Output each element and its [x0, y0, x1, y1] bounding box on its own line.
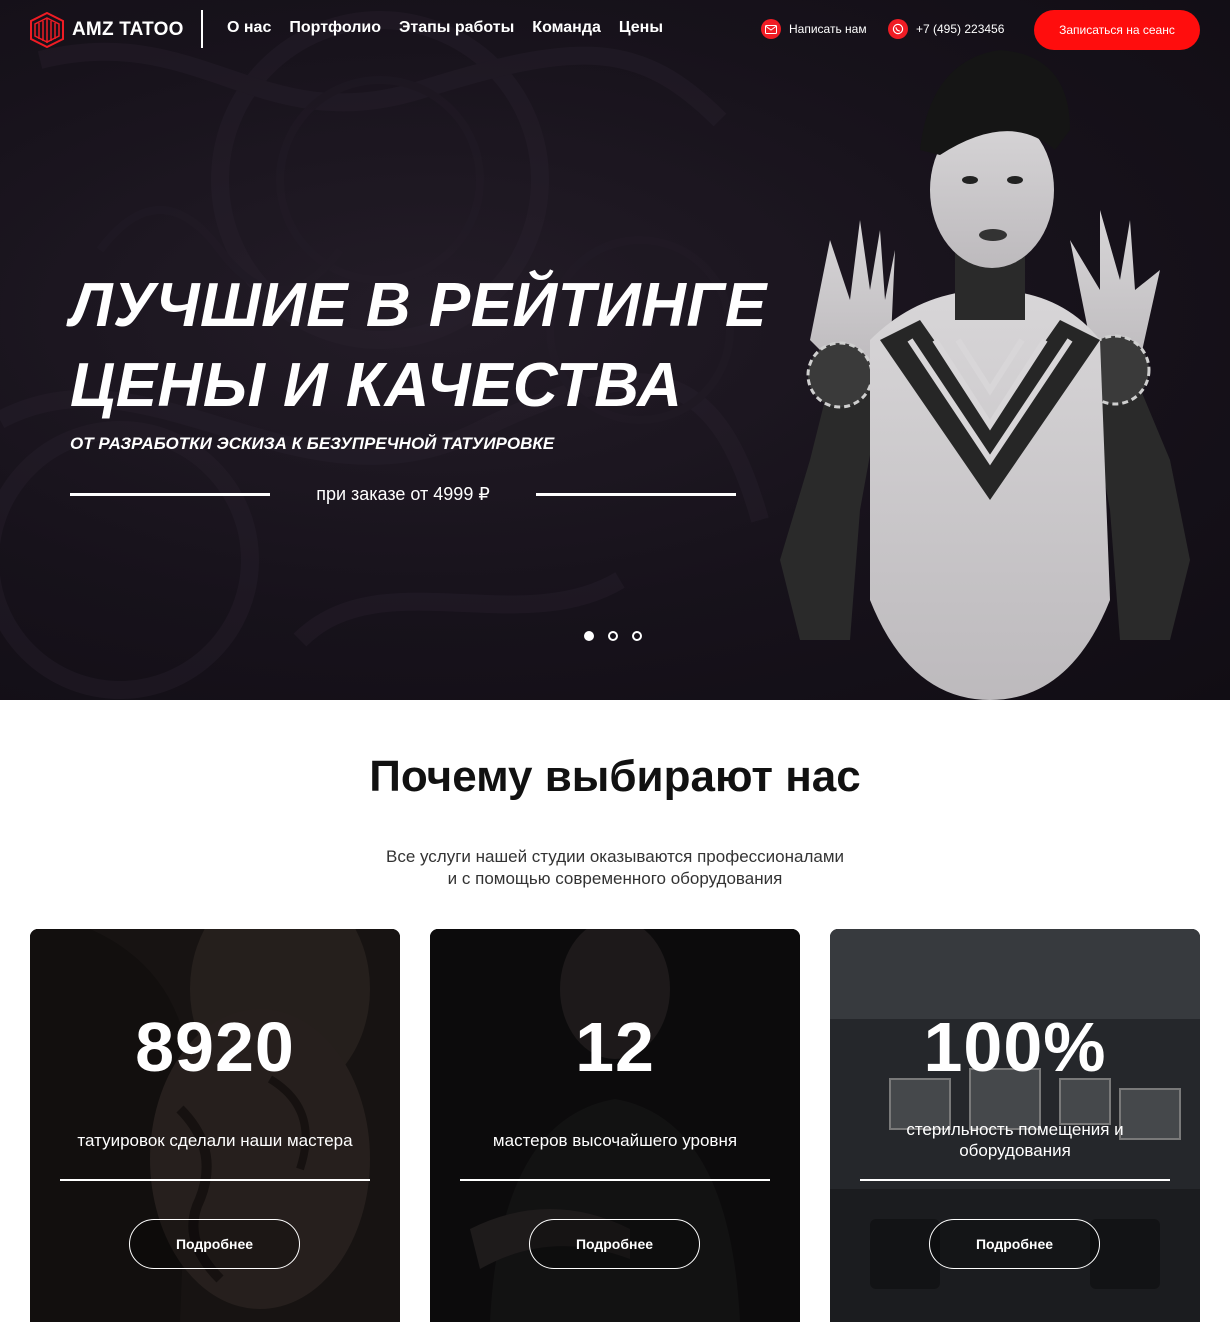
- whatsapp-icon: [888, 19, 908, 39]
- hero-model-image: [780, 50, 1190, 700]
- more-button[interactable]: Подробнее: [129, 1219, 300, 1269]
- stat-label: мастеров высочайшего уровня: [492, 1131, 738, 1150]
- hero-title-line1: ЛУЧШИЕ В РЕЙТИНГЕ: [70, 271, 767, 340]
- stat-label: татуировок сделали наши мастера: [77, 1131, 353, 1150]
- header-divider: [201, 10, 203, 48]
- card-divider: [860, 1179, 1170, 1181]
- stat-number: 8920: [135, 1008, 295, 1086]
- hero-price: при заказе от 4999 ₽: [316, 484, 490, 504]
- slider-dot-3[interactable]: [632, 631, 642, 641]
- phone-number: +7 (495) 223456: [916, 22, 1005, 36]
- mail-icon: [761, 19, 781, 39]
- book-session-button[interactable]: Записаться на сеанс: [1034, 10, 1200, 50]
- nav-item-prices[interactable]: Цены: [619, 19, 663, 37]
- stat-number: 12: [575, 1008, 655, 1086]
- stat-label: стерильность помещения и оборудования: [906, 1120, 1124, 1160]
- more-button[interactable]: Подробнее: [529, 1219, 700, 1269]
- nav-item-portfolio[interactable]: Портфолио: [289, 19, 381, 37]
- stat-card-masters: 12 мастеров высочайшего уровня Подробнее: [430, 929, 800, 1322]
- section-description-line1: Все услуги нашей студии оказываются проф…: [385, 847, 844, 866]
- logo[interactable]: AMZ TATOO: [30, 12, 184, 48]
- stat-card-sterility: 100% стерильность помещения и оборудован…: [830, 929, 1200, 1322]
- write-us-link[interactable]: Написать нам: [761, 19, 867, 39]
- price-line-right: [536, 493, 736, 496]
- write-us-label: Написать нам: [789, 22, 867, 36]
- section-description-line2: и с помощью современного оборудования: [447, 869, 783, 888]
- card-divider: [60, 1179, 370, 1181]
- main-nav: О нас Портфолио Этапы работы Команда Цен…: [227, 19, 663, 37]
- hero-subtitle: ОТ РАЗРАБОТКИ ЭСКИЗА К БЕЗУПРЕЧНОЙ ТАТУИ…: [70, 434, 555, 453]
- cube-logo-icon: [30, 12, 64, 48]
- slider-dot-2[interactable]: [608, 631, 618, 641]
- more-button[interactable]: Подробнее: [929, 1219, 1100, 1269]
- logo-text: AMZ TATOO: [72, 19, 184, 40]
- hero-title-line2: ЦЕНЫ И КАЧЕСТВА: [70, 351, 683, 420]
- section-title: Почему выбирают нас: [369, 752, 861, 801]
- slider-dots: [584, 631, 642, 641]
- stat-number: 100%: [923, 1008, 1107, 1086]
- nav-item-about[interactable]: О нас: [227, 19, 271, 37]
- section-description: Все услуги нашей студии оказываются проф…: [0, 846, 1230, 890]
- phone-link[interactable]: +7 (495) 223456: [888, 19, 1004, 39]
- nav-item-team[interactable]: Команда: [532, 19, 601, 37]
- site-header: AMZ TATOO О нас Портфолио Этапы работы К…: [0, 0, 1230, 60]
- hero-title: ЛУЧШИЕ В РЕЙТИНГЕ ЦЕНЫ И КАЧЕСТВА: [70, 266, 767, 426]
- price-line-left: [70, 493, 270, 496]
- card-divider: [460, 1179, 770, 1181]
- nav-item-stages[interactable]: Этапы работы: [399, 19, 514, 37]
- slider-dot-1[interactable]: [584, 631, 594, 641]
- hero-section: AMZ TATOO О нас Портфолио Этапы работы К…: [0, 0, 1230, 700]
- stat-card-tattoos: 8920 татуировок сделали наши мастера Под…: [30, 929, 400, 1322]
